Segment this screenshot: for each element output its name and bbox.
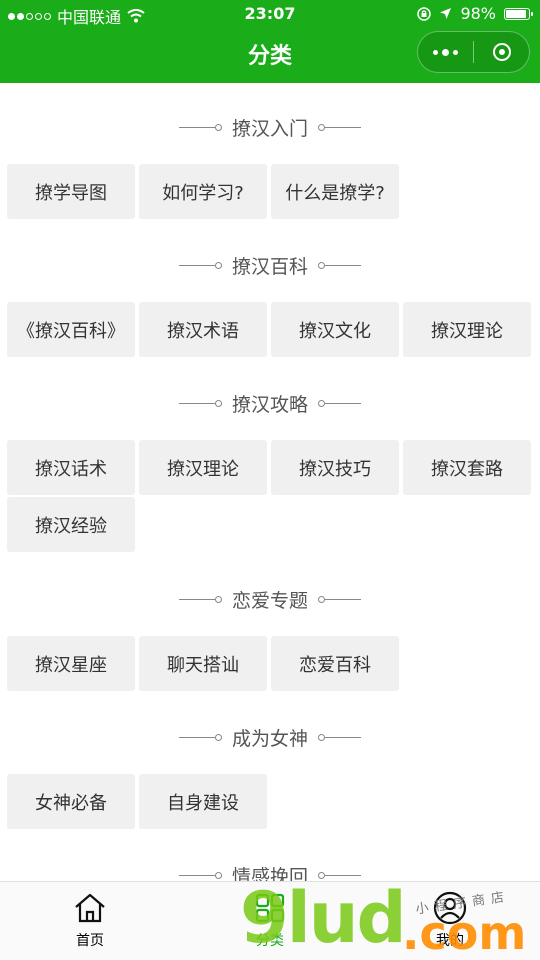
category-tag[interactable]: 撩汉理论 (403, 302, 531, 357)
category-tag[interactable]: 恋爱百科 (271, 636, 399, 691)
tab-bar: 首页 分类 我的 (0, 881, 540, 960)
category-tag[interactable]: 撩学导图 (7, 164, 135, 219)
section-title-text: 恋爱专题 (231, 589, 308, 612)
section-title: 情感挽回 (0, 855, 540, 881)
section-title-text: 撩汉入门 (231, 117, 308, 140)
category-list[interactable]: 撩汉入门 撩学导图 如何学习? 什么是撩学? 撩汉百科 《撩汉百科》 撩汉术语 … (0, 83, 540, 881)
category-tag[interactable]: 撩汉术语 (139, 302, 267, 357)
more-icon (433, 48, 458, 56)
section-title: 撩汉入门 (0, 107, 540, 147)
decor-left (178, 871, 222, 879)
status-right: 98% (417, 4, 533, 23)
decor-right (318, 595, 361, 603)
tab-mine-label: 我的 (436, 933, 464, 949)
category-tag[interactable]: 撩汉理论 (139, 440, 267, 495)
user-icon (433, 891, 467, 925)
category-tag[interactable]: 什么是撩学? (271, 164, 399, 219)
section-title-text: 成为女神 (231, 727, 308, 750)
section-title-text: 撩汉攻略 (231, 393, 308, 416)
category-tag[interactable]: 撩汉文化 (271, 302, 399, 357)
battery-icon (504, 7, 533, 20)
decor-left (178, 261, 222, 269)
category-tag[interactable]: 《撩汉百科》 (7, 302, 135, 357)
more-button[interactable] (418, 32, 473, 72)
decor-left (178, 595, 222, 603)
section-title-text: 撩汉百科 (231, 255, 308, 278)
home-icon (75, 893, 105, 923)
decor-right (318, 261, 361, 269)
category-tag[interactable]: 女神必备 (7, 774, 135, 829)
decor-left (178, 399, 222, 407)
mini-program-capsule (417, 31, 530, 73)
decor-right (318, 871, 361, 879)
navigation-header: 中国联通 23:07 98% 分类 (0, 0, 540, 83)
tab-home-label: 首页 (76, 933, 104, 949)
category-icon (255, 893, 285, 923)
category-tag[interactable]: 撩汉星座 (7, 636, 135, 691)
decor-right (318, 733, 361, 741)
close-target-icon (492, 43, 511, 61)
tab-mine[interactable]: 我的 (390, 890, 510, 950)
decor-right (318, 399, 361, 407)
tab-category-label: 分类 (256, 933, 284, 949)
section-title: 成为女神 (0, 717, 540, 757)
lock-rotation-icon (417, 6, 432, 21)
status-bar: 中国联通 23:07 98% (0, 0, 540, 28)
section-title: 恋爱专题 (0, 579, 540, 619)
category-tag[interactable]: 撩汉套路 (403, 440, 531, 495)
section-title: 撩汉百科 (0, 245, 540, 285)
decor-right (318, 123, 361, 131)
category-tag[interactable]: 撩汉经验 (7, 497, 135, 552)
tab-category[interactable]: 分类 (210, 890, 330, 950)
section-title: 撩汉攻略 (0, 383, 540, 423)
category-tag[interactable]: 如何学习? (139, 164, 267, 219)
category-tag[interactable]: 撩汉技巧 (271, 440, 399, 495)
decor-left (178, 733, 222, 741)
close-button[interactable] (474, 32, 529, 72)
section-title-text: 情感挽回 (231, 865, 308, 882)
category-tag[interactable]: 聊天搭讪 (139, 636, 267, 691)
tab-home[interactable]: 首页 (30, 890, 150, 950)
category-tag[interactable]: 撩汉话术 (7, 440, 135, 495)
category-tag[interactable]: 自身建设 (139, 774, 267, 829)
location-arrow-icon (440, 8, 452, 19)
decor-left (178, 123, 222, 131)
battery-percent: 98% (460, 4, 496, 23)
